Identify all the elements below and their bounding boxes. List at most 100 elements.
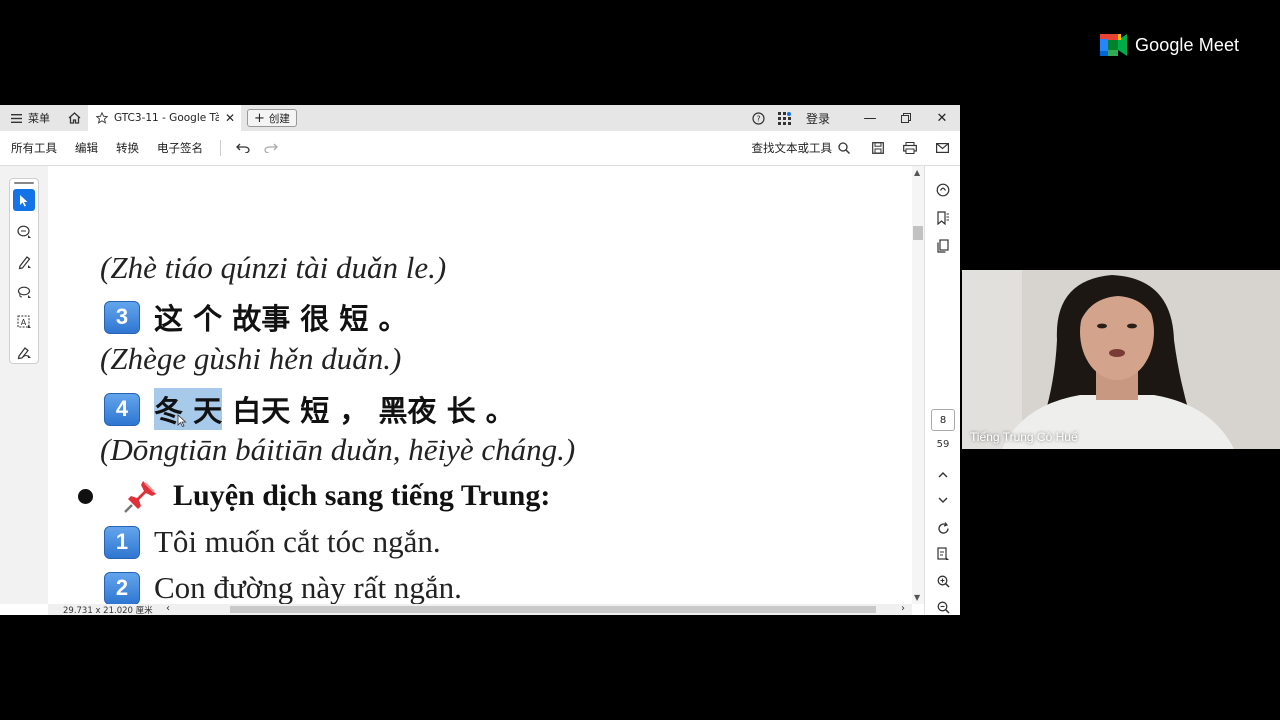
- lasso-icon: [17, 286, 31, 298]
- close-window-button[interactable]: ✕: [924, 105, 960, 131]
- right-sidebar: 8 59: [924, 166, 960, 615]
- quick-tools-palette: A: [9, 178, 39, 364]
- current-page-input[interactable]: 8: [931, 409, 955, 431]
- pinyin-line-1: (Zhè tiáo qúnzi tài duǎn le.): [100, 250, 447, 285]
- scroll-left-arrow-icon[interactable]: ‹: [166, 603, 170, 614]
- bookmark-icon: [937, 211, 949, 225]
- pushpin-icon: [123, 478, 159, 514]
- toolbar-divider: [220, 140, 221, 156]
- scroll-right-arrow-icon[interactable]: ›: [901, 603, 905, 614]
- menu-button[interactable]: 菜单: [0, 110, 60, 126]
- apps-grid-icon: [778, 111, 792, 125]
- bullet-dot: [78, 488, 93, 504]
- help-button[interactable]: ?: [746, 105, 772, 131]
- scroll-down-arrow-icon[interactable]: ▼: [914, 593, 920, 602]
- tabbar-right: ? 登录 — ✕: [746, 105, 960, 131]
- next-page-button[interactable]: [931, 488, 955, 512]
- exercise-heading-text: Luyện dịch sang tiếng Trung:: [173, 479, 551, 512]
- google-meet-logo: Google Meet: [1100, 34, 1239, 56]
- document-view[interactable]: (Zhè tiáo qúnzi tài duǎn le.) 3 这 个 故事 很…: [48, 166, 912, 604]
- meet-camera-icon: [1100, 34, 1127, 56]
- ai-assistant-button[interactable]: [931, 178, 955, 202]
- save-button[interactable]: [864, 134, 892, 162]
- text-box-tool-button[interactable]: A: [13, 311, 35, 333]
- tab-document[interactable]: GTC3-11 - Google Tài... ✕: [88, 105, 241, 131]
- restore-icon: [901, 113, 911, 123]
- tab-bar: 菜单 GTC3-11 - Google Tài... ✕ + 创建 ? 登录 —: [0, 105, 960, 131]
- pages-button[interactable]: [931, 234, 955, 258]
- number-badge-4: 4: [104, 392, 140, 426]
- home-button[interactable]: [60, 105, 88, 131]
- horizontal-scroll-thumb[interactable]: [230, 606, 876, 613]
- selected-text-highlight[interactable]: 冬 天: [154, 388, 223, 430]
- redo-button[interactable]: [257, 134, 285, 162]
- total-pages: 59: [936, 439, 950, 450]
- star-icon[interactable]: [96, 112, 108, 124]
- email-button[interactable]: [928, 134, 956, 162]
- toolbar-right: 查找文本或工具: [752, 134, 961, 162]
- apps-button[interactable]: [772, 105, 798, 131]
- zoom-in-button[interactable]: [931, 569, 955, 593]
- close-tab-icon[interactable]: ✕: [225, 111, 235, 125]
- signature-pen-icon: [17, 346, 31, 359]
- pdf-reader-window: 菜单 GTC3-11 - Google Tài... ✕ + 创建 ? 登录 —: [0, 105, 960, 615]
- hanzi-line-3: 3 这 个 故事 很 短 。: [104, 296, 407, 338]
- palette-grip[interactable]: [14, 182, 34, 184]
- participant-video-tile[interactable]: Tiếng Trung Cô Huế: [962, 270, 1280, 449]
- mail-icon: [935, 143, 949, 153]
- exercise-heading: Luyện dịch sang tiếng Trung:: [78, 478, 550, 514]
- main-toolbar: 所有工具 编辑 转换 电子签名 查找文本或工具: [0, 131, 960, 166]
- refresh-icon: [937, 521, 949, 534]
- minimize-icon: —: [863, 110, 877, 126]
- minimize-button[interactable]: —: [852, 105, 888, 131]
- mouse-pointer-icon: [177, 414, 187, 428]
- pen-icon: [18, 255, 31, 269]
- cursor-arrow-icon: [20, 194, 28, 206]
- vertical-scroll-thumb[interactable]: [913, 226, 923, 240]
- undo-button[interactable]: [229, 134, 257, 162]
- left-tools-pane: A: [0, 166, 48, 604]
- redo-icon: [264, 143, 278, 153]
- create-button[interactable]: + 创建: [247, 109, 297, 127]
- highlight-tool-button[interactable]: [13, 251, 35, 273]
- menu-edit[interactable]: 编辑: [66, 140, 107, 156]
- hanzi-sentence-4: 白天 短 ， 黑夜 长 。: [222, 394, 515, 428]
- page-dimensions: 29.731 x 21.020 厘米: [63, 606, 153, 615]
- login-button[interactable]: 登录: [798, 110, 852, 127]
- assistant-icon: [936, 183, 950, 197]
- vertical-scrollbar[interactable]: ▲ ▼: [912, 166, 924, 604]
- page-settings-icon: [937, 547, 949, 560]
- svg-text:A: A: [20, 318, 26, 327]
- restore-button[interactable]: [888, 105, 924, 131]
- vietnamese-sentence-1: Tôi muốn cắt tóc ngắn.: [154, 524, 441, 559]
- zoom-out-button[interactable]: [931, 595, 955, 615]
- bookmarks-button[interactable]: [931, 206, 955, 230]
- horizontal-scrollbar[interactable]: 29.731 x 21.020 厘米 ‹ ›: [48, 603, 912, 615]
- select-tool-button[interactable]: [13, 189, 35, 211]
- sign-tool-button[interactable]: [13, 341, 35, 363]
- copy-pages-icon: [937, 239, 949, 253]
- menu-esign[interactable]: 电子签名: [148, 140, 212, 156]
- draw-tool-button[interactable]: [13, 281, 35, 303]
- scroll-up-arrow-icon[interactable]: ▲: [914, 168, 920, 177]
- print-button[interactable]: [896, 134, 924, 162]
- menu-all-tools[interactable]: 所有工具: [0, 140, 66, 156]
- search-icon: [838, 142, 850, 154]
- pinyin-line-3: (Zhège gùshi hěn duǎn.): [100, 341, 402, 376]
- number-badge-2: 2: [104, 571, 140, 604]
- help-icon: ?: [752, 111, 766, 125]
- number-badge-3: 3: [104, 300, 140, 334]
- hanzi-line-4: 4 冬 天 白天 短 ， 黑夜 长 。: [104, 388, 515, 430]
- comment-tool-button[interactable]: [13, 221, 35, 243]
- number-badge-1: 1: [104, 525, 140, 559]
- menu-convert[interactable]: 转换: [107, 140, 148, 156]
- hanzi-sentence-3: 这 个 故事 很 短 。: [154, 302, 408, 336]
- previous-page-button[interactable]: [931, 463, 955, 487]
- find-text-tools[interactable]: 查找文本或工具: [752, 140, 861, 156]
- rotate-button[interactable]: [931, 516, 955, 540]
- page-tools-button[interactable]: [931, 542, 955, 566]
- vietnamese-sentence-2: Con đường này rất ngắn.: [154, 570, 462, 604]
- chevron-down-icon: [938, 497, 948, 503]
- save-icon: [872, 142, 884, 154]
- plus-icon: +: [254, 110, 265, 126]
